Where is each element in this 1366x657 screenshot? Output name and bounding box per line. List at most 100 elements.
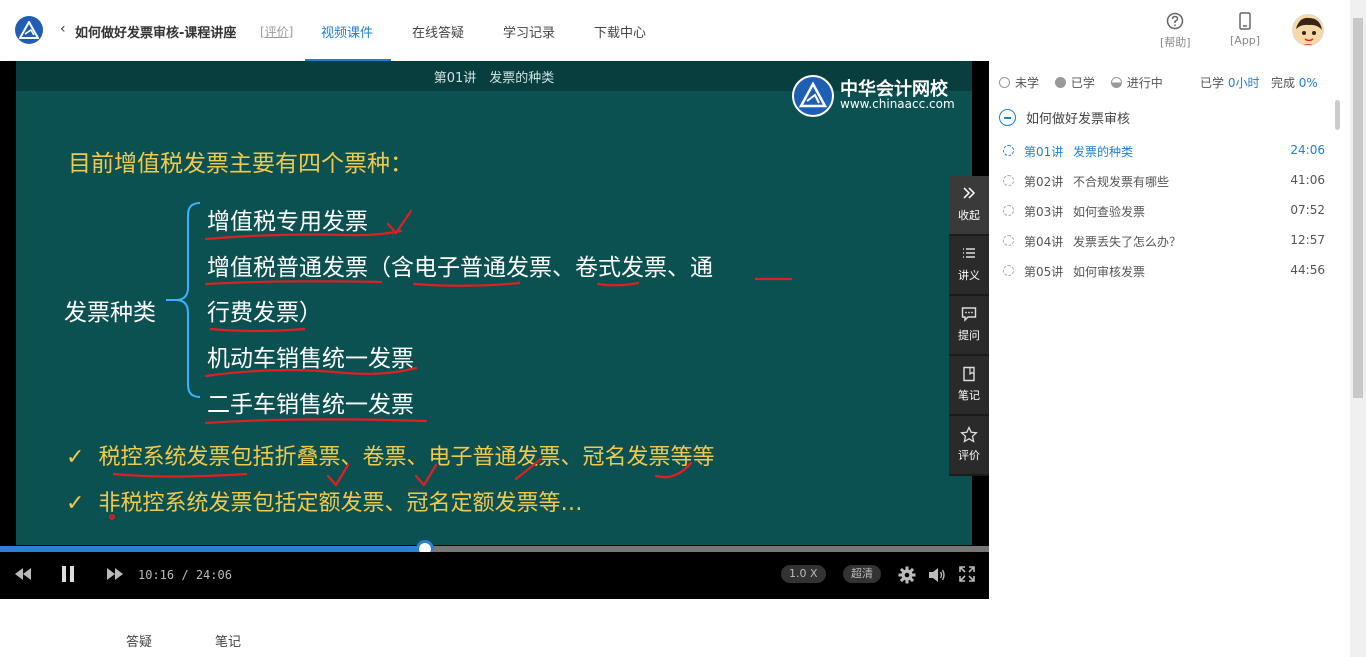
lesson-number: 第02讲: [1024, 175, 1064, 189]
legend-label: 进行中: [1126, 76, 1163, 90]
lesson-name: 不合规发票有哪些: [1073, 175, 1170, 189]
lesson-number: 第01讲: [1024, 145, 1064, 159]
lesson-item[interactable]: 第02讲 不合规发票有哪些 41:06: [999, 170, 1329, 200]
site-logo[interactable]: [15, 16, 43, 44]
fullscreen-button[interactable]: [959, 566, 975, 586]
learned-label: 已学: [1200, 76, 1225, 90]
playback-time: 10:16 / 24:06: [138, 568, 232, 582]
lesson-duration: 07:52: [1290, 203, 1325, 217]
in-progress-dot-icon: [1110, 77, 1122, 88]
lesson-name: 如何查验发票: [1073, 205, 1146, 219]
help-button[interactable]: [帮助]: [1160, 12, 1191, 50]
pen-annotations: [109, 209, 793, 520]
status-legend: 未学 已学 进行中: [999, 74, 1175, 91]
lesson-duration: 24:06: [1290, 143, 1325, 157]
chapter-header[interactable]: 如何做好发票审核: [999, 108, 1130, 127]
panel-scrollbar[interactable]: [1335, 100, 1340, 130]
rail-label: 评价: [958, 449, 980, 462]
mobile-phone-icon: [1239, 12, 1251, 30]
bottom-tabs: 答疑 笔记: [0, 599, 989, 657]
lesson-status-icon: [1003, 175, 1014, 186]
complete-label: 完成: [1270, 76, 1295, 90]
legend-unlearned: 未学: [999, 76, 1039, 90]
lesson-item[interactable]: 第03讲 如何查验发票 07:52: [999, 200, 1329, 230]
chapter-title: 如何做好发票审核: [1026, 112, 1131, 127]
help-icon: [1167, 12, 1184, 30]
lesson-duration: 44:56: [1290, 263, 1325, 277]
legend-label: 未学: [1015, 76, 1040, 90]
player-side-rail: 收起 讲义 提问 笔记 评价: [949, 176, 989, 476]
course-outline-panel: 未学 已学 进行中 已学 0小时 完成 0% 如何做好发票审核 第01讲 发票的…: [989, 61, 1350, 657]
app-label: [App]: [1230, 34, 1261, 47]
tab-notes[interactable]: 笔记: [215, 631, 241, 650]
volume-button[interactable]: [928, 566, 946, 588]
tab-qa[interactable]: 答疑: [126, 631, 152, 650]
learned-value: 0小时: [1227, 76, 1260, 90]
note-icon: [949, 366, 989, 384]
logo-icon: [19, 21, 39, 39]
video-player[interactable]: 第01讲 发票的种类 中华会计网校 www.chinaacc.com 目前增值税…: [0, 61, 989, 599]
course-title: 如何做好发票审核-课程讲座: [75, 26, 237, 41]
lesson-number: 第04讲: [1024, 235, 1064, 249]
legend-label: 已学: [1070, 76, 1095, 90]
rail-label: 收起: [958, 209, 980, 222]
rail-label: 讲义: [958, 269, 980, 282]
complete-value: 0%: [1298, 76, 1318, 90]
rewind-icon: [15, 568, 31, 580]
tab-online-qa[interactable]: 在线答疑: [412, 22, 464, 41]
speed-button[interactable]: 1.0 X: [781, 565, 826, 583]
lesson-item[interactable]: 第04讲 发票丢失了怎么办？ 12:57: [999, 230, 1329, 260]
lesson-status-icon: [1003, 205, 1014, 216]
rail-label: 提问: [958, 329, 980, 342]
lesson-status-icon: [1003, 235, 1014, 246]
lesson-name: 发票的种类: [1073, 145, 1134, 159]
ask-question-button[interactable]: 提问: [949, 296, 989, 356]
fast-forward-icon: [107, 568, 123, 580]
double-chevron-right-icon: [949, 186, 989, 204]
app-button[interactable]: [App]: [1230, 12, 1260, 47]
rate-link[interactable]: [评价]: [260, 23, 293, 40]
collapse-chapter-icon[interactable]: [999, 109, 1016, 126]
player-controls: 10:16 / 24:06 1.0 X 超清: [0, 552, 989, 599]
tab-study-record[interactable]: 学习记录: [503, 22, 555, 41]
lesson-item[interactable]: 第01讲 发票的种类 24:06: [999, 140, 1329, 170]
tab-download-center[interactable]: 下载中心: [594, 22, 646, 41]
top-bar: ‹ 如何做好发票审核-课程讲座 [评价] 视频课件 在线答疑 学习记录 下载中心…: [0, 0, 1350, 61]
current-time: 10:16: [138, 568, 175, 582]
slide-content: 第01讲 发票的种类 中华会计网校 www.chinaacc.com 目前增值税…: [16, 61, 972, 545]
user-avatar-icon: [1293, 15, 1323, 45]
study-stats: 已学 0小时 完成 0%: [1200, 74, 1318, 91]
fast-forward-button[interactable]: [106, 566, 124, 585]
handout-button[interactable]: 讲义: [949, 236, 989, 296]
quality-button[interactable]: 超清: [843, 565, 881, 583]
rewind-button[interactable]: [14, 566, 32, 585]
avatar[interactable]: [1292, 14, 1324, 46]
lesson-status-icon: [1003, 265, 1014, 276]
lesson-duration: 41:06: [1290, 173, 1325, 187]
lesson-item[interactable]: 第05讲 如何审核发票 44:56: [999, 260, 1329, 290]
star-icon: [949, 425, 989, 444]
learned-dot-icon: [1054, 77, 1066, 88]
unlearned-dot-icon: [999, 77, 1010, 88]
legend-in-progress: 进行中: [1110, 76, 1163, 90]
lesson-number: 第03讲: [1024, 205, 1064, 219]
lesson-name: 发票丢失了怎么办？: [1073, 235, 1182, 249]
legend-learned: 已学: [1054, 76, 1095, 90]
collapse-button[interactable]: 收起: [949, 176, 989, 236]
page-scrollbar-thumb[interactable]: [1353, 18, 1363, 398]
total-time: 24:06: [195, 568, 232, 582]
gear-icon: [898, 566, 916, 584]
lesson-status-icon: [1003, 145, 1014, 156]
pause-button[interactable]: [61, 566, 75, 586]
tab-video-courseware[interactable]: 视频课件: [321, 22, 373, 41]
pause-icon: [62, 566, 74, 582]
time-separator: /: [174, 568, 196, 582]
back-button[interactable]: ‹: [60, 21, 66, 37]
fullscreen-icon: [959, 566, 975, 582]
page-scrollbar[interactable]: [1350, 0, 1366, 657]
notes-button[interactable]: 笔记: [949, 356, 989, 416]
lesson-name: 如何审核发票: [1073, 265, 1146, 279]
rate-button[interactable]: 评价: [949, 416, 989, 476]
volume-icon: [929, 568, 945, 582]
settings-button[interactable]: [898, 566, 916, 588]
